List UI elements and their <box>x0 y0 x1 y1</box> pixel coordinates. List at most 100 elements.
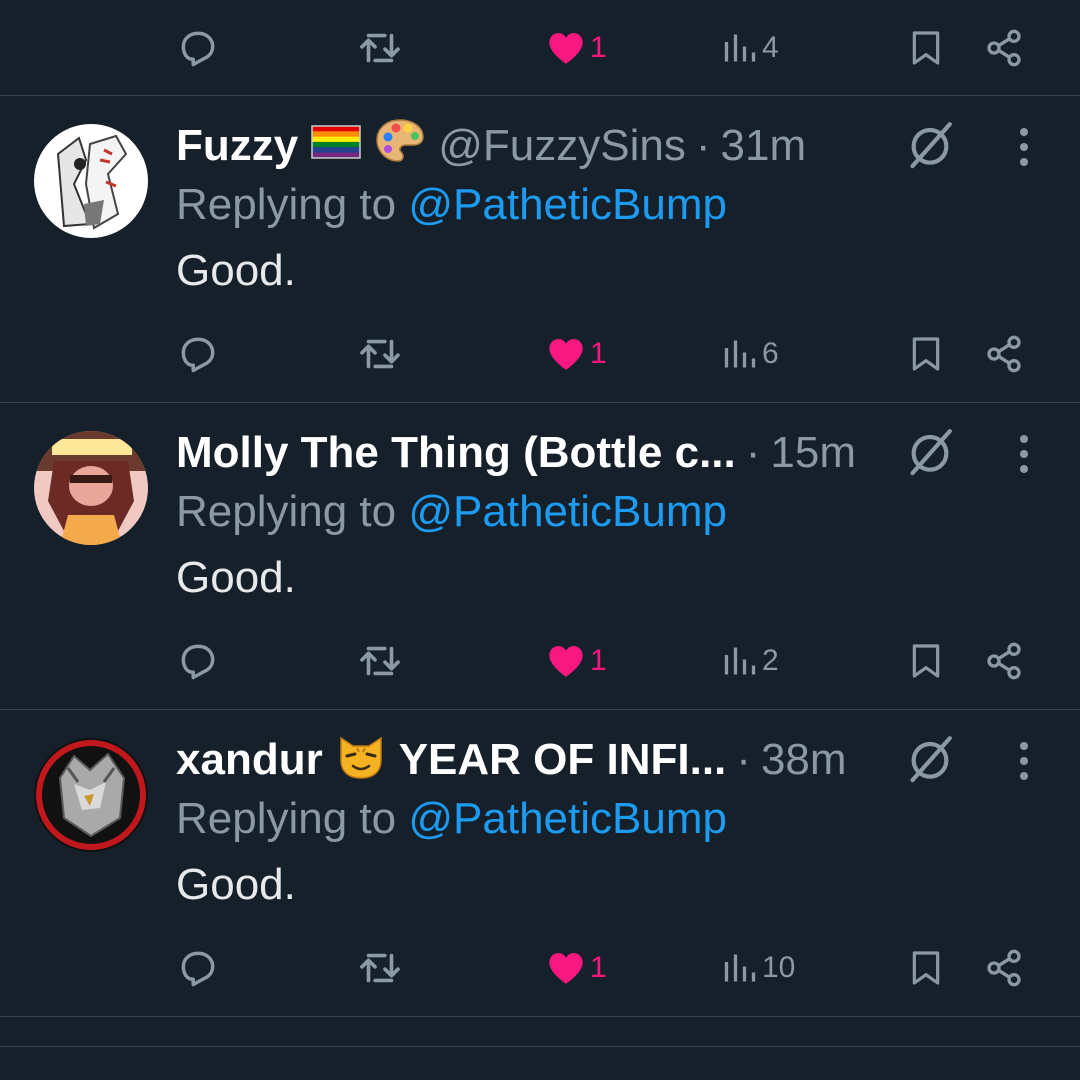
reply-icon <box>181 951 215 987</box>
like-button[interactable]: 1 <box>546 920 607 1016</box>
grok-button[interactable] <box>902 730 958 786</box>
like-count: 1 <box>590 644 607 677</box>
replying-to: Replying to @PatheticBump <box>176 794 727 844</box>
separator-dot: · <box>736 735 751 784</box>
analytics-icon <box>724 647 756 675</box>
timestamp[interactable]: 38m <box>761 735 847 785</box>
analytics-icon <box>724 340 756 368</box>
retweet-button[interactable] <box>357 920 403 1016</box>
more-options-button[interactable] <box>1004 122 1044 172</box>
action-bar: 1 4 <box>0 0 1080 96</box>
tweet[interactable]: xandur YEAR OF INFI... · 38m Replying to… <box>0 710 1080 1017</box>
reply-icon <box>181 31 215 67</box>
tweet[interactable]: Molly The Thing (Bottle c... · 15m Reply… <box>0 403 1080 710</box>
action-bar: 1 2 <box>0 613 1080 709</box>
tweet-header: xandur YEAR OF INFI... · 38m <box>176 732 896 788</box>
bookmark-icon <box>912 31 940 65</box>
bookmark-button[interactable] <box>906 613 946 709</box>
tweet-header: Molly The Thing (Bottle c... · 15m <box>176 425 896 481</box>
separator-dot: · <box>745 428 761 477</box>
reply-icon <box>181 337 215 373</box>
retweet-icon <box>360 33 400 63</box>
reply-icon <box>181 644 215 680</box>
share-button[interactable] <box>984 306 1024 402</box>
reply-button[interactable] <box>176 613 220 709</box>
share-icon <box>987 335 1021 373</box>
share-icon <box>987 642 1021 680</box>
user-handle[interactable]: @FuzzySins <box>438 121 686 171</box>
timestamp[interactable]: 31m <box>721 121 807 171</box>
more-options-button[interactable] <box>1004 736 1044 786</box>
display-name[interactable]: xandur <box>176 735 323 785</box>
bookmark-button[interactable] <box>906 920 946 1016</box>
bookmark-icon <box>912 951 940 985</box>
heart-filled-icon <box>549 339 583 370</box>
retweet-icon <box>360 953 400 983</box>
grok-button[interactable] <box>902 116 958 172</box>
view-count: 10 <box>762 951 796 984</box>
retweet-button[interactable] <box>357 306 403 402</box>
replying-to-mention[interactable]: @PatheticBump <box>408 794 727 843</box>
more-options-button[interactable] <box>1004 429 1044 479</box>
views-button[interactable]: 4 <box>722 0 779 96</box>
timestamp[interactable]: 15m <box>770 428 856 478</box>
bookmark-button[interactable] <box>906 0 946 96</box>
like-button[interactable]: 1 <box>546 613 607 709</box>
display-name[interactable]: Molly The Thing (Bottle c... <box>176 428 736 478</box>
view-count: 2 <box>762 644 779 677</box>
reply-button[interactable] <box>176 306 220 402</box>
analytics-icon <box>724 954 756 982</box>
heart-filled-icon <box>549 953 583 984</box>
replying-to-label: Replying to <box>176 794 397 843</box>
views-button[interactable]: 6 <box>722 306 779 402</box>
grok-icon <box>910 122 952 169</box>
tweet-text: Good. <box>176 553 296 602</box>
grok-icon <box>910 429 952 476</box>
more-vertical-icon <box>1020 128 1028 166</box>
like-count: 1 <box>590 31 607 64</box>
avatar[interactable] <box>34 738 148 852</box>
grok-button[interactable] <box>902 423 958 479</box>
palette-icon <box>374 118 426 174</box>
like-button[interactable]: 1 <box>546 306 607 402</box>
display-name-suffix[interactable]: YEAR OF INFI... <box>399 735 727 785</box>
tweet-header: Fuzzy @FuzzySins · 31m <box>176 118 896 174</box>
replying-to: Replying to @PatheticBump <box>176 487 727 537</box>
retweet-button[interactable] <box>357 613 403 709</box>
replying-to-mention[interactable]: @PatheticBump <box>408 180 727 229</box>
divider <box>0 1046 1080 1047</box>
share-button[interactable] <box>984 613 1024 709</box>
heart-filled-icon <box>549 33 583 64</box>
divider <box>0 1016 1080 1017</box>
share-button[interactable] <box>984 0 1024 96</box>
views-button[interactable]: 2 <box>722 613 779 709</box>
tweet-text: Good. <box>176 246 296 295</box>
avatar[interactable] <box>34 431 148 545</box>
separator-dot: · <box>695 121 711 170</box>
view-count: 6 <box>762 337 779 370</box>
like-count: 1 <box>590 337 607 370</box>
action-bar: 1 6 <box>0 306 1080 402</box>
replying-to-label: Replying to <box>176 180 397 229</box>
share-button[interactable] <box>984 920 1024 1016</box>
share-icon <box>987 949 1021 987</box>
display-name[interactable]: Fuzzy <box>176 121 298 171</box>
replying-to-mention[interactable]: @PatheticBump <box>408 487 727 536</box>
tweet[interactable]: Fuzzy @FuzzySins · 31m Replying to @Path… <box>0 96 1080 403</box>
share-icon <box>987 29 1021 67</box>
retweet-icon <box>360 339 400 369</box>
like-button[interactable]: 1 <box>546 0 607 96</box>
view-count: 4 <box>762 31 779 64</box>
reply-button[interactable] <box>176 0 220 96</box>
cat-face-icon <box>335 732 387 788</box>
bookmark-icon <box>912 644 940 678</box>
analytics-icon <box>724 34 756 62</box>
reply-button[interactable] <box>176 920 220 1016</box>
replying-to: Replying to @PatheticBump <box>176 180 727 230</box>
views-button[interactable]: 10 <box>722 920 795 1016</box>
bookmark-button[interactable] <box>906 306 946 402</box>
avatar[interactable] <box>34 124 148 238</box>
retweet-button[interactable] <box>357 0 403 96</box>
replying-to-label: Replying to <box>176 487 397 536</box>
heart-filled-icon <box>549 646 583 677</box>
